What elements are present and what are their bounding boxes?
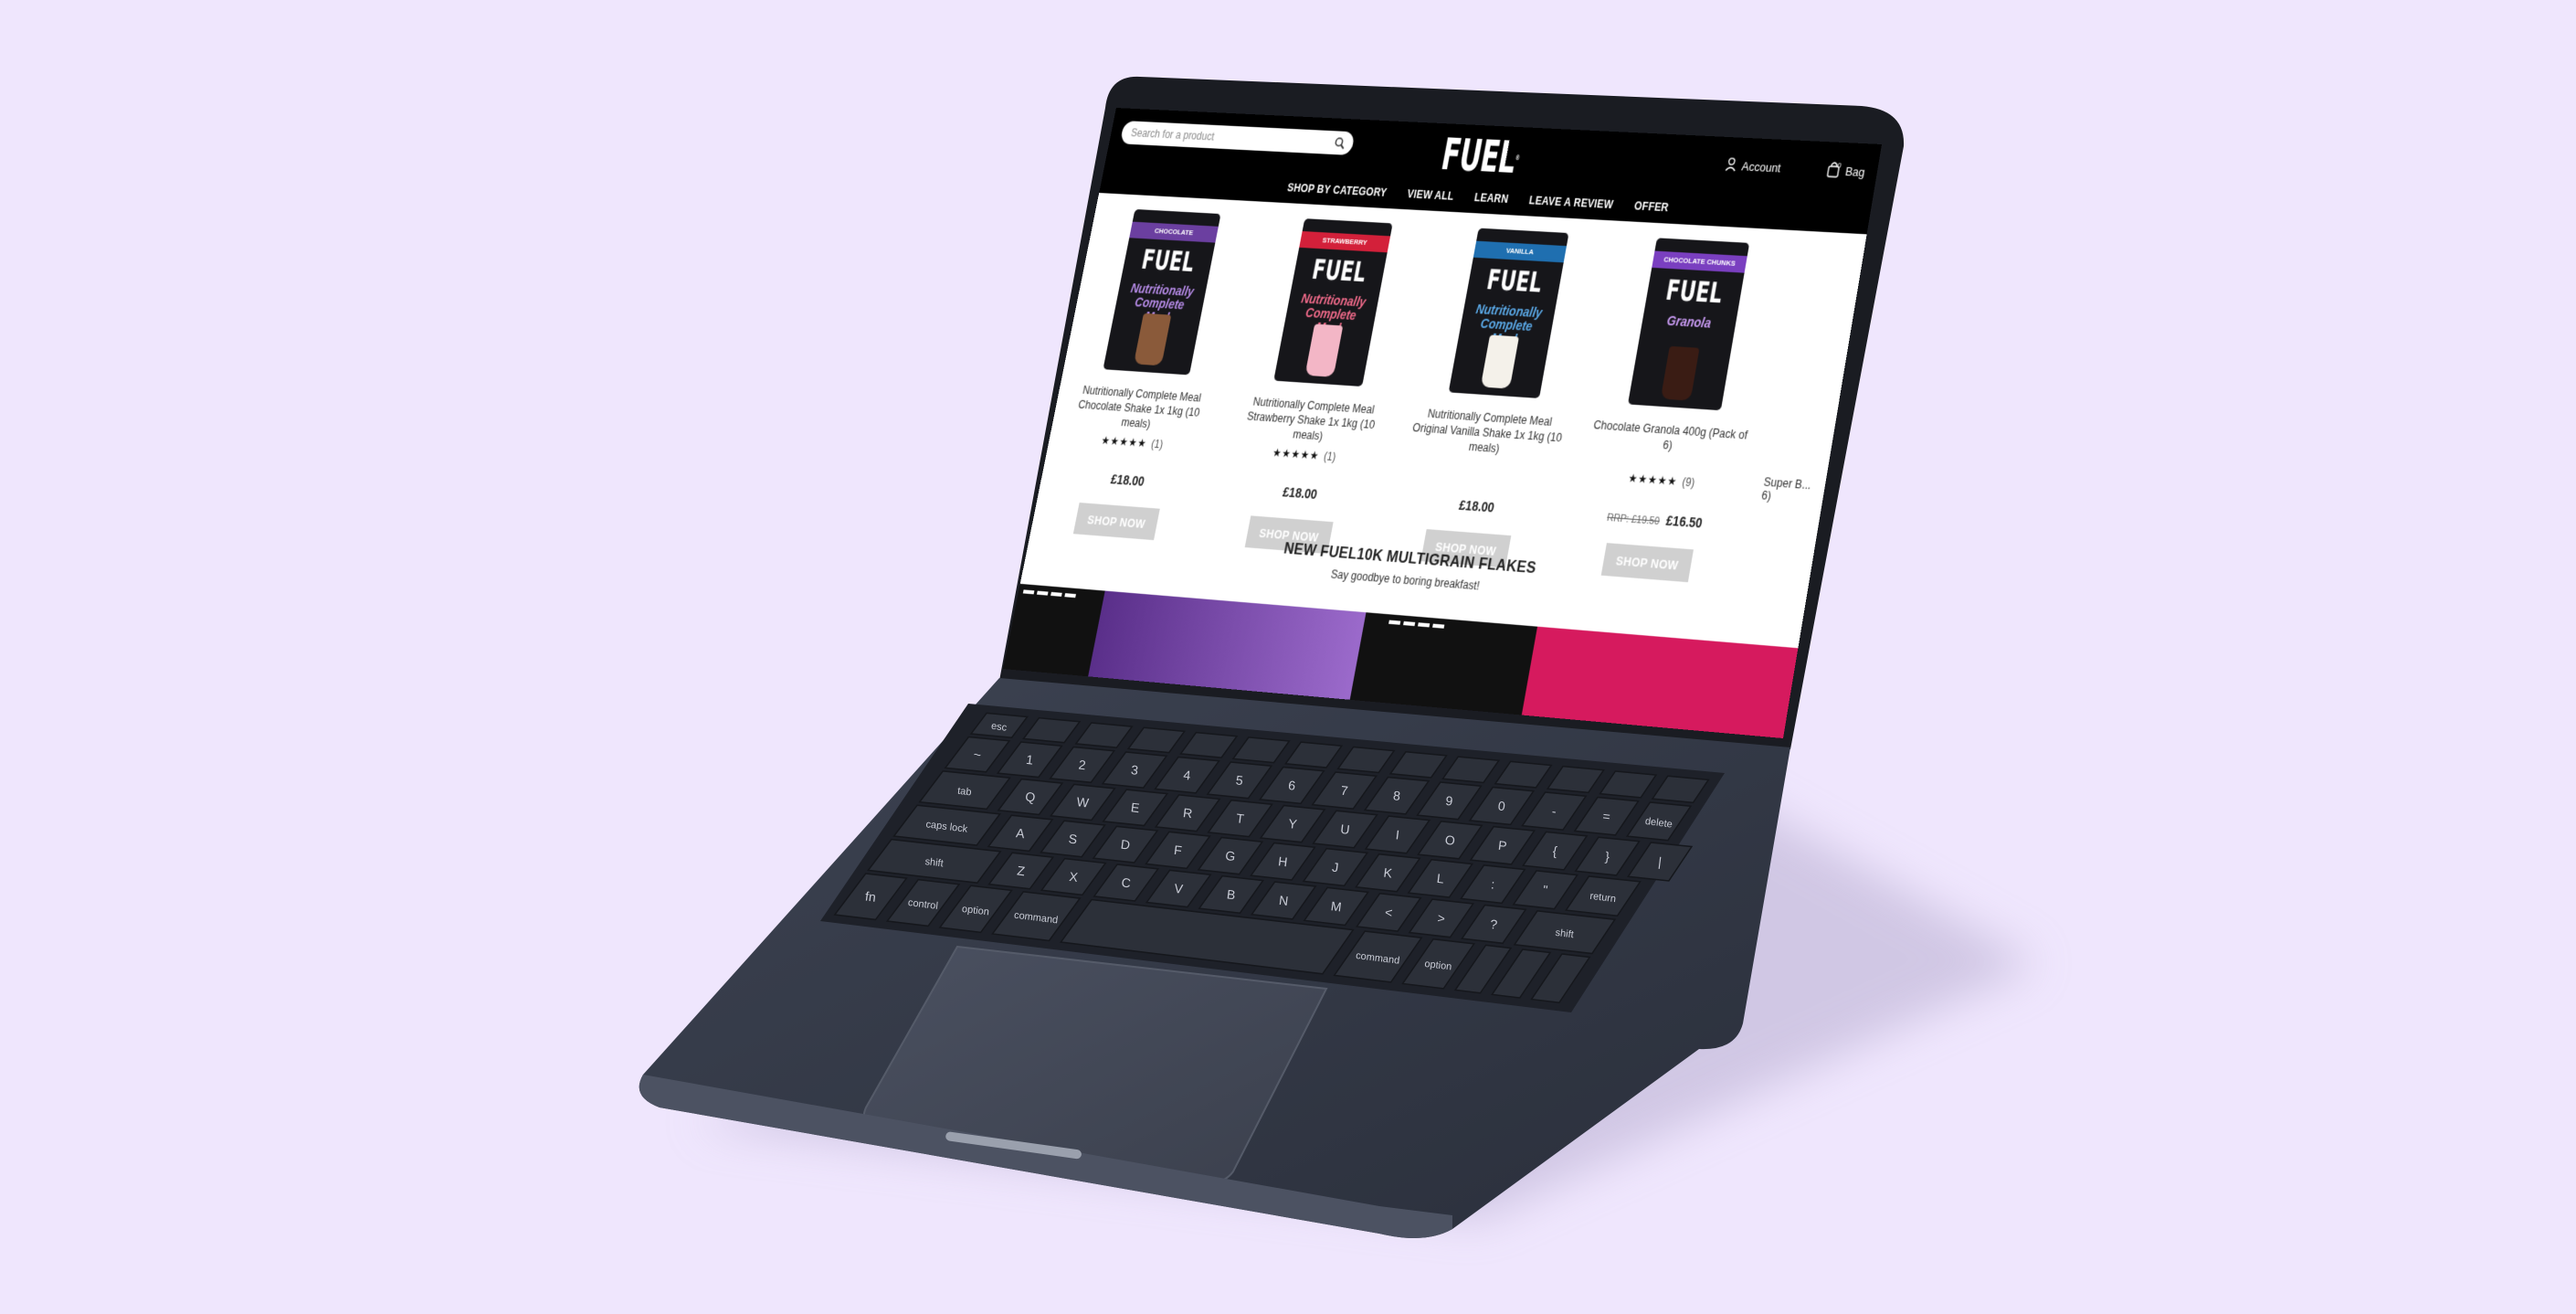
bag-link[interactable]: 0 Bag	[1825, 161, 1866, 181]
review-count: (1)	[1150, 437, 1165, 451]
product-price: £18.00	[1042, 467, 1208, 493]
product-name[interactable]: Chocolate Granola 400g (Pack of 6)	[1585, 418, 1751, 474]
key-label: E	[1130, 800, 1140, 815]
key-label: R	[1182, 805, 1193, 821]
pack-brand: FUEL	[1483, 263, 1545, 300]
product-name[interactable]: Nutritionally Complete Meal Original Van…	[1406, 405, 1568, 461]
key-label: P	[1497, 838, 1507, 853]
review-count: (1)	[1323, 450, 1337, 464]
site-logo[interactable]: FUEL®	[1430, 129, 1532, 185]
search-bar[interactable]	[1119, 121, 1356, 155]
pack-band: CHOCOLATE	[1129, 221, 1219, 243]
search-input[interactable]	[1128, 125, 1336, 151]
product-name[interactable]: Nutritionally Complete Meal Strawberry S…	[1231, 393, 1390, 448]
product-image[interactable]: CHOCOLATE FUEL Nutritionally Complete Me…	[1103, 208, 1221, 376]
pack-glass	[1660, 345, 1700, 401]
pack-band: STRAWBERRY	[1299, 231, 1391, 253]
product-price: £18.00	[1213, 479, 1382, 506]
carousel-dots[interactable]	[1388, 620, 1445, 631]
nav-learn[interactable]: LEARN	[1473, 185, 1511, 211]
product-price: RRP: £19.50 £16.50	[1606, 512, 1704, 531]
pack-brand: FUEL	[1138, 244, 1198, 279]
bag-count: 0	[1837, 160, 1842, 170]
user-icon	[1724, 156, 1738, 175]
key-label: S	[1068, 831, 1078, 846]
next-product-partial[interactable]: Super B... 6)	[1760, 475, 1824, 506]
rrp-price	[1275, 488, 1277, 499]
key-label: G	[1225, 848, 1237, 864]
account-label: Account	[1740, 158, 1782, 175]
key-label: shift	[1555, 927, 1574, 940]
key-label: B	[1226, 886, 1236, 902]
product-name[interactable]: Nutritionally Complete Meal Chocolate Sh…	[1061, 382, 1217, 436]
product-image[interactable]: VANILLA FUEL Nutritionally Complete Meal	[1448, 228, 1569, 398]
carousel-dots[interactable]	[1022, 589, 1076, 599]
key-label: C	[1121, 874, 1132, 890]
nav-offer[interactable]: OFFER	[1632, 194, 1671, 219]
key-label: fn	[864, 888, 877, 904]
key-label: U	[1340, 821, 1351, 837]
nav-shop-by-category[interactable]: SHOP BY CATEGORY	[1285, 175, 1389, 204]
laptop: esc ~1 2 3 4 5 6 7 8 9 0- = delete tab Q W E R T Y U I O P{} | ca…	[0, 0, 2576, 1314]
nav-view-all[interactable]: VIEW ALL	[1405, 182, 1456, 208]
pack-brand: FUEL	[1309, 253, 1369, 290]
account-link[interactable]: Account	[1724, 155, 1782, 176]
key-label: shift	[924, 856, 944, 869]
key-label: M	[1330, 898, 1343, 914]
key-label: esc	[990, 721, 1008, 734]
rrp-price	[1103, 475, 1105, 486]
key-label: Q	[1025, 789, 1037, 804]
key-label: D	[1120, 837, 1131, 853]
website-screen: FUEL® Account 0 Bag SHOP BY CATEGORY VIE…	[1002, 108, 1882, 738]
pack-brand: FUEL	[1663, 274, 1726, 311]
key-label: N	[1278, 893, 1289, 908]
nav-leave-a-review[interactable]: LEAVE A REVIEW	[1527, 188, 1616, 217]
key-label: O	[1444, 832, 1456, 848]
registered-mark: ®	[1515, 154, 1521, 163]
pack-flavour: Granola	[1665, 313, 1713, 331]
bag-label: Bag	[1844, 164, 1866, 179]
product-price: £18.00	[1388, 493, 1561, 520]
key-label: H	[1277, 853, 1288, 869]
product-image[interactable]: STRAWBERRY FUEL Nutritionally Complete M…	[1273, 218, 1393, 387]
search-icon[interactable]	[1333, 136, 1346, 149]
rrp-price: RRP: £19.50	[1606, 512, 1661, 528]
pack-band: VANILLA	[1473, 240, 1567, 263]
review-count: (9)	[1681, 475, 1696, 490]
rrp-price	[1452, 501, 1453, 512]
product-image[interactable]: CHOCOLATE CHUNKS FUEL Granola	[1627, 238, 1750, 411]
key-label: tab	[957, 786, 973, 799]
pack-band: CHOCOLATE CHUNKS	[1652, 250, 1747, 273]
